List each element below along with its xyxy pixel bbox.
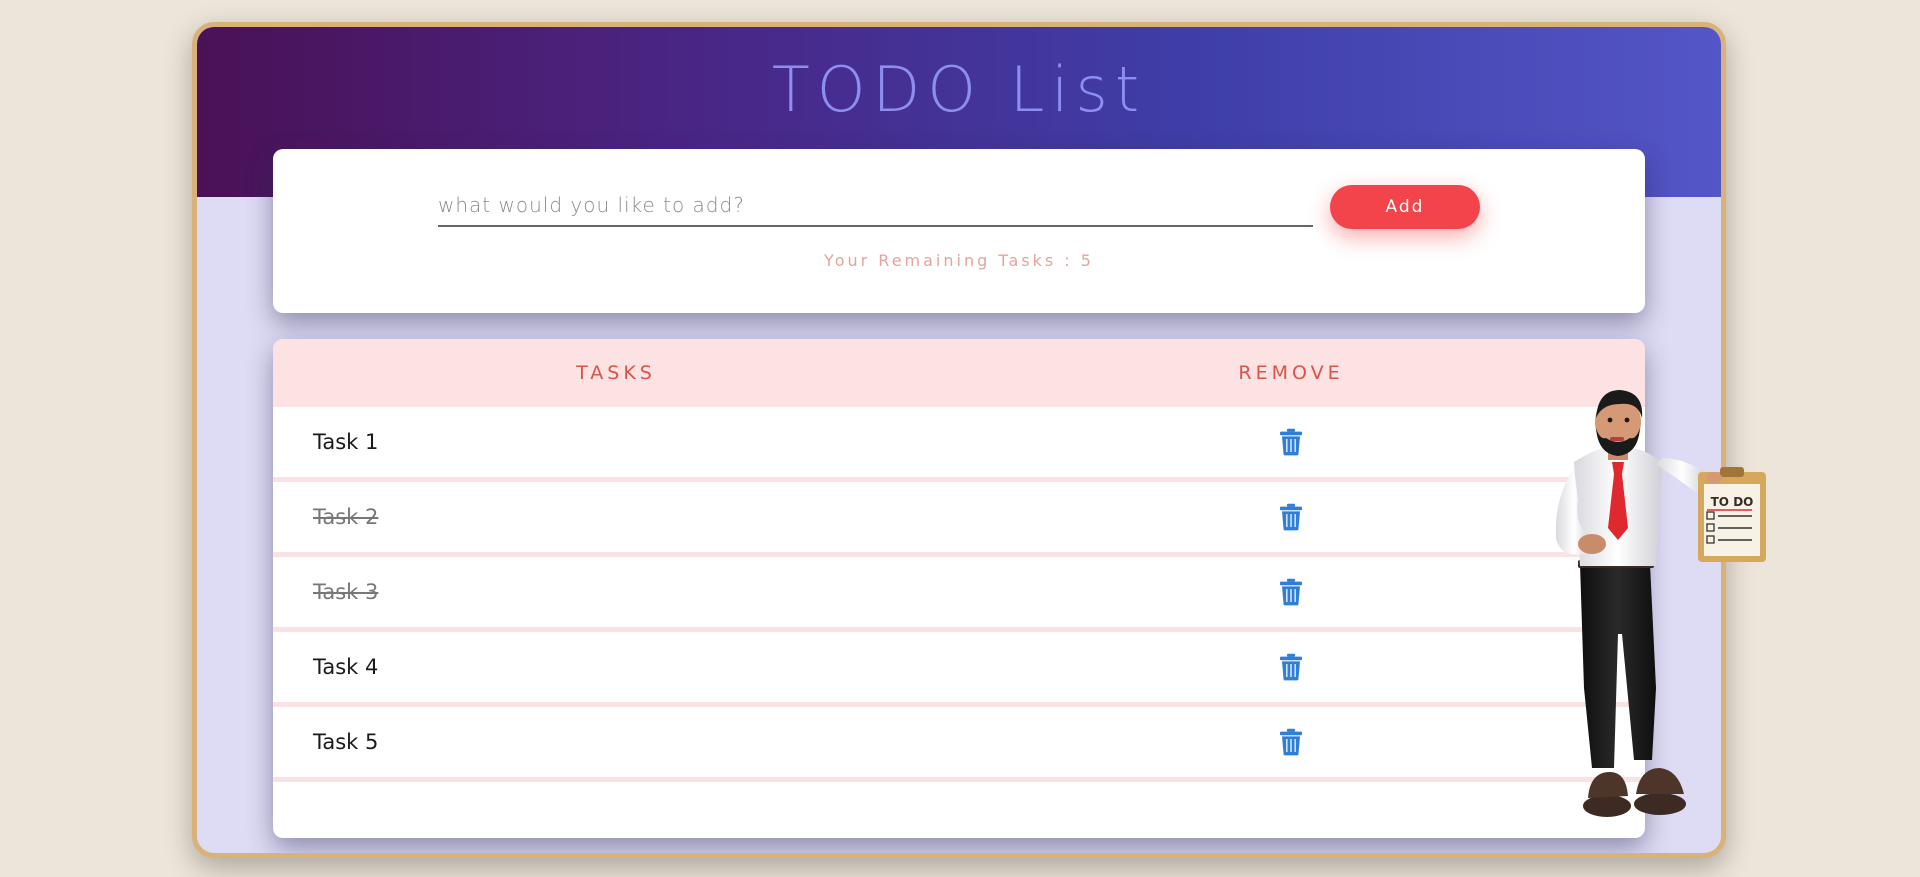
task-row-3: Task 3	[273, 557, 1645, 632]
trash-icon[interactable]	[1279, 503, 1303, 531]
remove-cell	[959, 503, 1623, 531]
task-list-header: TASKS REMOVE	[273, 339, 1645, 407]
task-row-1: Task 1	[273, 407, 1645, 482]
trash-icon[interactable]	[1279, 578, 1303, 606]
add-task-card: Add Your Remaining Tasks : 5	[273, 149, 1645, 313]
remaining-tasks-counter: Your Remaining Tasks : 5	[824, 251, 1094, 270]
person-with-clipboard-illustration: TO DO	[1555, 390, 1766, 817]
app-frame: TODO List Add Your Remaining Tasks : 5 T…	[192, 22, 1726, 858]
page-title: TODO List	[771, 53, 1147, 126]
task-label[interactable]: Task 1	[273, 430, 959, 454]
task-row-5: Task 5	[273, 707, 1645, 782]
task-label[interactable]: Task 2	[273, 505, 959, 529]
task-label[interactable]: Task 4	[273, 655, 959, 679]
task-list-card: TASKS REMOVE Task 1 Task 2 Task 3 Task 4…	[273, 339, 1645, 838]
trash-icon[interactable]	[1279, 653, 1303, 681]
task-label[interactable]: Task 3	[273, 580, 959, 604]
remove-cell	[959, 578, 1623, 606]
tasks-column-header: TASKS	[576, 362, 656, 384]
clipboard-todo-text: TO DO	[1711, 495, 1754, 509]
task-label[interactable]: Task 5	[273, 730, 959, 754]
trash-icon[interactable]	[1279, 728, 1303, 756]
trash-icon[interactable]	[1279, 428, 1303, 456]
remove-column-header: REMOVE	[1238, 362, 1344, 384]
remove-cell	[959, 728, 1623, 756]
remove-cell	[959, 653, 1623, 681]
task-row-2: Task 2	[273, 482, 1645, 557]
add-button[interactable]: Add	[1330, 185, 1480, 229]
remove-cell	[959, 428, 1623, 456]
task-input[interactable]	[438, 185, 1313, 227]
task-row-4: Task 4	[273, 632, 1645, 707]
